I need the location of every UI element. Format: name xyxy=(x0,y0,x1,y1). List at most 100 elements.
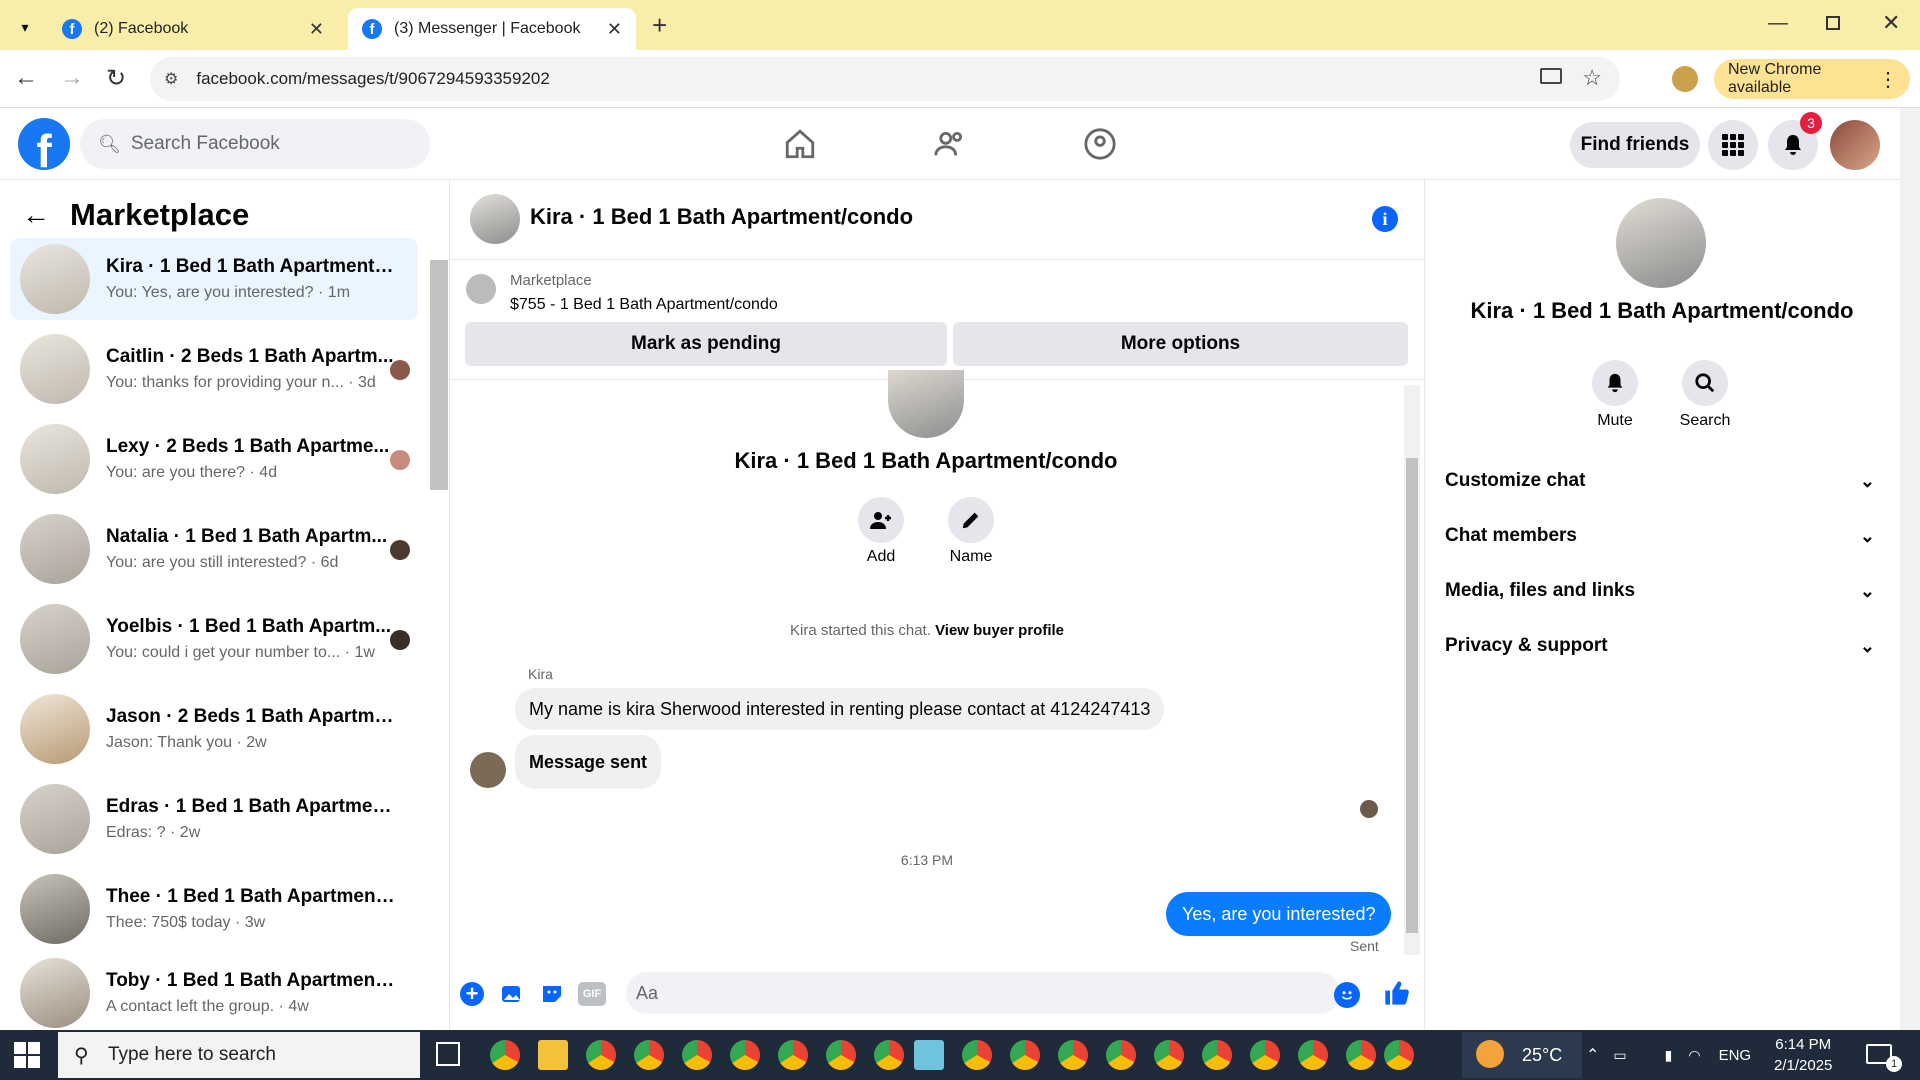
groups-nav-icon[interactable] xyxy=(1080,124,1120,164)
thumbs-up-icon[interactable] xyxy=(1382,978,1412,1008)
emoji-icon[interactable] xyxy=(1334,982,1360,1008)
chrome-app-icon[interactable] xyxy=(1154,1040,1184,1070)
file-explorer-icon[interactable] xyxy=(538,1040,568,1070)
privacy-support-section[interactable]: Privacy & support ⌄ xyxy=(1445,626,1885,666)
conversation-item[interactable]: Thee · 1 Bed 1 Bath Apartment/c... Thee: … xyxy=(10,868,418,950)
info-icon[interactable]: i xyxy=(1372,206,1398,232)
chrome-app-icon[interactable] xyxy=(874,1040,904,1070)
forward-button[interactable]: → xyxy=(60,64,84,92)
attach-photo-icon[interactable] xyxy=(500,982,524,1006)
show-hidden-icons-icon[interactable]: ⌃ xyxy=(1586,1045,1599,1065)
conversation-item[interactable]: Jason · 2 Beds 1 Bath Apartment... Jason:… xyxy=(10,688,418,770)
back-arrow-icon[interactable]: ← xyxy=(22,199,50,231)
profile-icon[interactable] xyxy=(1672,66,1698,92)
chrome-app-icon[interactable] xyxy=(1298,1040,1328,1070)
language-indicator[interactable]: ENG xyxy=(1719,1047,1752,1064)
chat-scrollbar-thumb[interactable] xyxy=(1406,458,1418,933)
mark-as-pending-button[interactable]: Mark as pending xyxy=(465,322,947,366)
find-friends-button[interactable]: Find friends xyxy=(1570,122,1700,168)
message-input[interactable] xyxy=(626,972,1340,1014)
chrome-app-icon[interactable] xyxy=(1250,1040,1280,1070)
conversation-item[interactable]: Caitlin · 2 Beds 1 Bath Apartm... You: th… xyxy=(10,328,418,410)
chrome-app-icon[interactable] xyxy=(1202,1040,1232,1070)
conversation-item[interactable]: Natalia · 1 Bed 1 Bath Apartm... You: are… xyxy=(10,508,418,590)
chrome-app-icon[interactable] xyxy=(962,1040,992,1070)
conversation-item[interactable]: Kira · 1 Bed 1 Bath Apartment/c... You: Y… xyxy=(10,238,418,320)
wifi-icon[interactable]: ◠ xyxy=(1688,1047,1700,1064)
chrome-app-icon[interactable] xyxy=(682,1040,712,1070)
more-options-button[interactable]: More options xyxy=(953,322,1408,366)
details-avatar[interactable] xyxy=(1616,198,1706,288)
home-nav-icon[interactable] xyxy=(780,124,820,164)
conversation-item[interactable]: Lexy · 2 Beds 1 Bath Apartme... You: are … xyxy=(10,418,418,500)
mute-bell-icon[interactable] xyxy=(1592,360,1638,406)
reload-button[interactable]: ↻ xyxy=(106,64,126,93)
minimize-window-button[interactable]: — xyxy=(1768,12,1788,35)
chrome-update-button[interactable]: New Chrome available ⋮ xyxy=(1714,59,1910,99)
url-text: facebook.com/messages/t/9067294593359202 xyxy=(196,69,550,88)
tab-search-dropdown[interactable]: ▾ xyxy=(12,14,38,40)
conversation-item[interactable]: Toby · 1 Bed 1 Bath Apartment/c... A cont… xyxy=(10,958,418,1028)
chrome-app-icon[interactable] xyxy=(1010,1040,1040,1070)
conversation-item[interactable]: Edras · 1 Bed 1 Bath Apartment/... Edras:… xyxy=(10,778,418,860)
chrome-app-icon[interactable] xyxy=(1058,1040,1088,1070)
chat-title[interactable]: Kira · 1 Bed 1 Bath Apartment/condo xyxy=(530,204,913,230)
chrome-app-icon[interactable] xyxy=(586,1040,616,1070)
install-app-icon[interactable] xyxy=(1540,68,1562,84)
facebook-search[interactable]: 🔍︎ Search Facebook xyxy=(80,119,430,169)
address-bar[interactable]: ⚙ facebook.com/messages/t/90672945933592… xyxy=(150,57,1620,101)
close-tab-icon[interactable]: ✕ xyxy=(309,19,324,40)
kebab-menu-icon[interactable]: ⋮ xyxy=(1878,67,1898,92)
friends-nav-icon[interactable] xyxy=(930,124,970,164)
edit-name-icon[interactable] xyxy=(948,497,994,543)
conversation-item[interactable]: Yoelbis · 1 Bed 1 Bath Apartm... You: cou… xyxy=(10,598,418,680)
conversation-preview: You: are you still interested? · 6d xyxy=(106,554,339,571)
media-files-links-section[interactable]: Media, files and links ⌄ xyxy=(1445,571,1885,611)
chrome-app-icon[interactable] xyxy=(826,1040,856,1070)
sticker-icon[interactable] xyxy=(540,982,564,1006)
search-icon[interactable] xyxy=(1682,360,1728,406)
add-person-icon[interactable] xyxy=(858,497,904,543)
taskbar-search[interactable]: ⚲ Type here to search xyxy=(58,1032,420,1078)
listing-thumbnail xyxy=(20,874,90,944)
site-info-icon[interactable]: ⚙ xyxy=(164,69,178,89)
facebook-logo-icon[interactable]: f xyxy=(18,118,70,170)
menu-grid-icon[interactable] xyxy=(1708,120,1758,170)
taskbar-clock[interactable]: 6:14 PM 2/1/2025 xyxy=(1774,1034,1832,1076)
listing-thumbnail xyxy=(20,244,90,314)
chrome-app-icon[interactable] xyxy=(730,1040,760,1070)
network-icon[interactable]: ▮ xyxy=(1665,1047,1673,1064)
chrome-app-icon[interactable] xyxy=(1384,1040,1414,1070)
account-avatar[interactable] xyxy=(1830,120,1880,170)
back-button[interactable]: ← xyxy=(14,64,38,92)
sender-avatar[interactable] xyxy=(470,752,506,788)
windows-start-icon[interactable] xyxy=(14,1042,40,1068)
seen-avatar xyxy=(390,630,410,650)
chrome-app-icon[interactable] xyxy=(490,1040,520,1070)
chrome-app-icon[interactable] xyxy=(1106,1040,1136,1070)
browser-tab-messenger[interactable]: f (3) Messenger | Facebook ✕ xyxy=(348,8,636,50)
bookmark-star-icon[interactable]: ☆ xyxy=(1582,65,1602,91)
view-buyer-profile-link[interactable]: View buyer profile xyxy=(935,622,1064,639)
page-scrollbar[interactable] xyxy=(1900,108,1920,1030)
sidebar-scrollbar[interactable] xyxy=(430,260,448,490)
more-actions-plus-icon[interactable]: + xyxy=(460,981,484,1006)
task-view-icon[interactable] xyxy=(436,1042,460,1066)
chrome-app-icon[interactable] xyxy=(634,1040,664,1070)
chevron-down-icon: ⌄ xyxy=(1859,580,1875,601)
chrome-app-icon[interactable] xyxy=(778,1040,808,1070)
chat-members-section[interactable]: Chat members ⌄ xyxy=(1445,516,1885,556)
new-tab-button[interactable]: + xyxy=(652,10,667,41)
listing-price-title[interactable]: $755 - 1 Bed 1 Bath Apartment/condo xyxy=(510,296,778,314)
browser-tab-facebook[interactable]: f (2) Facebook ✕ xyxy=(48,8,338,50)
restore-window-button[interactable] xyxy=(1826,16,1840,30)
chrome-app-icon[interactable] xyxy=(1346,1040,1376,1070)
chat-avatar[interactable] xyxy=(470,194,520,244)
notes-app-icon[interactable] xyxy=(914,1040,944,1070)
close-window-button[interactable]: ✕ xyxy=(1882,10,1900,36)
gif-icon[interactable]: GIF xyxy=(578,982,606,1006)
close-tab-icon[interactable]: ✕ xyxy=(607,19,622,40)
weather-widget[interactable]: 25°C xyxy=(1462,1032,1582,1078)
meet-now-icon[interactable]: ▭ xyxy=(1613,1047,1626,1064)
customize-chat-section[interactable]: Customize chat ⌄ xyxy=(1445,461,1885,501)
